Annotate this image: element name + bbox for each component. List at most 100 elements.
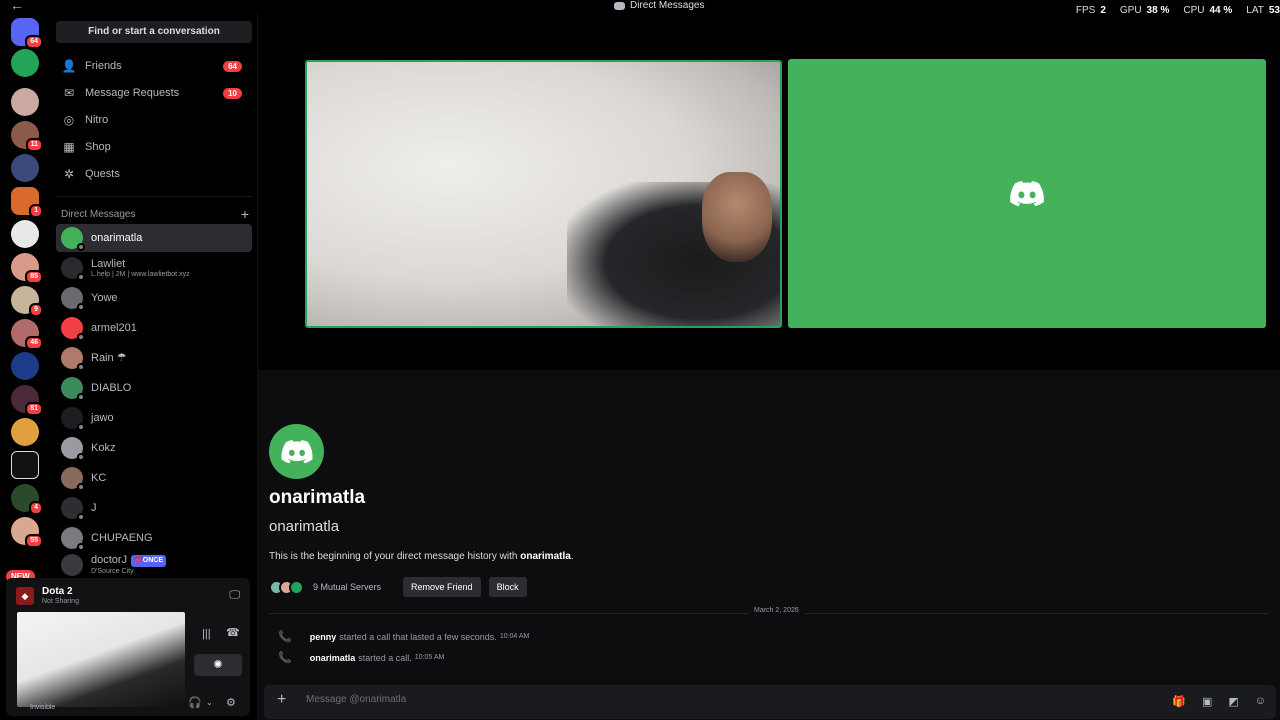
avatar bbox=[61, 467, 85, 491]
server-icon[interactable]: 1 bbox=[11, 187, 43, 218]
dm-item[interactable]: onarimatla bbox=[56, 224, 252, 252]
message-timestamp: 10:04 AM bbox=[499, 633, 530, 640]
nav-label: Message Requests bbox=[85, 87, 180, 99]
server-icon[interactable] bbox=[11, 88, 39, 116]
game-status: Not Sharing bbox=[42, 598, 79, 605]
nav-shop[interactable]: ▦ Shop bbox=[56, 134, 252, 160]
server-icon[interactable]: 46 bbox=[11, 319, 43, 350]
phone-icon: 📞 bbox=[278, 631, 292, 643]
dm-name: armel201 bbox=[91, 322, 137, 334]
status-dot bbox=[77, 483, 85, 491]
unread-badge: 11 bbox=[25, 138, 43, 152]
server-icon[interactable] bbox=[11, 418, 39, 446]
dm-item[interactable]: CHUPAENG bbox=[56, 524, 252, 552]
screen-share-icon[interactable]: 🖵 bbox=[229, 589, 240, 602]
disconnect-icon[interactable]: ☎ bbox=[226, 626, 240, 639]
unread-badge: 1 bbox=[29, 204, 43, 218]
chat-area: onarimatla onarimatla This is the beginn… bbox=[258, 370, 1280, 720]
server-icon[interactable]: 11 bbox=[11, 121, 43, 152]
remove-friend-button[interactable]: Remove Friend bbox=[403, 577, 481, 597]
camera-preview bbox=[17, 612, 185, 707]
avatar bbox=[61, 437, 85, 461]
message-author[interactable]: onarimatla bbox=[310, 653, 356, 663]
sticker-icon[interactable]: ◩ bbox=[1228, 695, 1238, 708]
nav-label: Nitro bbox=[85, 114, 109, 126]
status-dot bbox=[77, 273, 85, 281]
nav-label: Quests bbox=[85, 168, 120, 180]
dm-item[interactable]: KC bbox=[56, 464, 252, 492]
find-conversation-button[interactable]: Find or start a conversation bbox=[56, 21, 252, 43]
nav-nitro[interactable]: ◎ Nitro bbox=[56, 107, 252, 133]
friends-icon: 👤 bbox=[61, 59, 77, 73]
server-icon[interactable] bbox=[11, 220, 39, 248]
status-dot bbox=[77, 333, 85, 341]
message-author[interactable]: penny bbox=[310, 632, 337, 642]
server-icon[interactable]: 55 bbox=[11, 517, 43, 548]
server-icon[interactable]: 9 bbox=[11, 286, 43, 317]
status-dot bbox=[77, 303, 85, 311]
mutual-servers-link[interactable]: 9 Mutual Servers bbox=[313, 582, 381, 592]
server-icon[interactable] bbox=[11, 352, 39, 380]
divider bbox=[56, 196, 252, 197]
settings-gear-icon[interactable]: ⚙ bbox=[226, 696, 236, 709]
soundboard-icon[interactable]: ||| bbox=[202, 628, 211, 640]
title-bar: ← Direct Messages FPS 2 GPU 38 % CPU 44 % L… bbox=[0, 0, 1280, 16]
video-tile-camera[interactable] bbox=[305, 60, 782, 328]
dm-item[interactable]: armel201 bbox=[56, 314, 252, 342]
gift-icon[interactable]: 🎁 bbox=[1172, 695, 1186, 708]
nav-friends[interactable]: 👤 Friends 64 bbox=[56, 53, 252, 79]
server-icon[interactable] bbox=[11, 49, 39, 77]
status-dot bbox=[77, 393, 85, 401]
server-icon bbox=[289, 579, 304, 595]
emoji-icon[interactable]: ☺ bbox=[1255, 695, 1266, 708]
dm-section-header: Direct Messages + bbox=[61, 206, 249, 222]
avatar bbox=[61, 227, 85, 251]
create-dm-plus-icon[interactable]: + bbox=[241, 206, 249, 222]
video-tile-avatar[interactable] bbox=[788, 59, 1266, 328]
home-unread-badge: 64 bbox=[25, 35, 43, 49]
nav-quests[interactable]: ✲ Quests bbox=[56, 161, 252, 187]
back-arrow-icon[interactable]: ← bbox=[10, 0, 24, 13]
dm-subtitle: L.help | 2M | www.lawlietbot.xyz bbox=[91, 270, 190, 278]
server-icon[interactable] bbox=[11, 451, 39, 479]
dm-item[interactable]: J bbox=[56, 494, 252, 522]
dm-item[interactable]: Rain ☂ bbox=[56, 344, 252, 372]
dm-item[interactable]: DIABLO bbox=[56, 374, 252, 402]
dm-item[interactable]: Lawliet L.help | 2M | www.lawlietbot.xyz bbox=[56, 254, 252, 282]
dm-name: Kokz bbox=[91, 442, 116, 454]
nitro-icon: ◎ bbox=[63, 113, 75, 127]
mutual-server-icons bbox=[269, 579, 304, 595]
status-dot bbox=[77, 363, 85, 371]
block-button[interactable]: Block bbox=[488, 577, 527, 597]
server-icon[interactable]: 85 bbox=[11, 253, 43, 284]
message-input[interactable] bbox=[306, 694, 1106, 705]
server-icon[interactable]: 81 bbox=[11, 385, 43, 416]
chevron-down-icon[interactable]: ⌄ bbox=[206, 698, 213, 707]
unread-badge: 4 bbox=[29, 501, 43, 515]
server-icon[interactable] bbox=[11, 154, 39, 182]
gif-icon[interactable]: ▣ bbox=[1202, 695, 1212, 708]
mutual-row: 9 Mutual Servers Remove Friend Block bbox=[269, 577, 527, 597]
dm-name: Rain ☂ bbox=[91, 352, 127, 364]
server-icon[interactable]: 4 bbox=[11, 484, 43, 515]
dm-item[interactable]: jawo bbox=[56, 404, 252, 432]
discord-logo-icon bbox=[280, 439, 313, 463]
status-dot bbox=[77, 543, 85, 551]
dm-item[interactable]: Yowe bbox=[56, 284, 252, 312]
dm-name: jawo bbox=[91, 412, 114, 424]
unread-badge: 55 bbox=[25, 534, 43, 548]
discord-logo-icon bbox=[1010, 180, 1044, 206]
headphones-icon[interactable]: 🎧 bbox=[188, 696, 202, 709]
nav-message-requests[interactable]: ✉ Message Requests 10 bbox=[56, 80, 252, 106]
status-dot bbox=[77, 453, 85, 461]
dm-item[interactable]: Kokz bbox=[56, 434, 252, 462]
avatar bbox=[61, 287, 85, 311]
nav-label: Shop bbox=[85, 141, 111, 153]
attach-plus-icon[interactable]: + bbox=[277, 691, 286, 709]
home-button[interactable]: 64 bbox=[11, 18, 43, 49]
activity-button[interactable]: ✺ bbox=[194, 654, 242, 676]
avatar bbox=[61, 407, 85, 431]
quests-icon: ✲ bbox=[63, 167, 75, 181]
game-title: Dota 2 bbox=[42, 586, 73, 597]
dm-item[interactable]: doctorJ 💗ONCE D'Source City bbox=[56, 553, 252, 577]
